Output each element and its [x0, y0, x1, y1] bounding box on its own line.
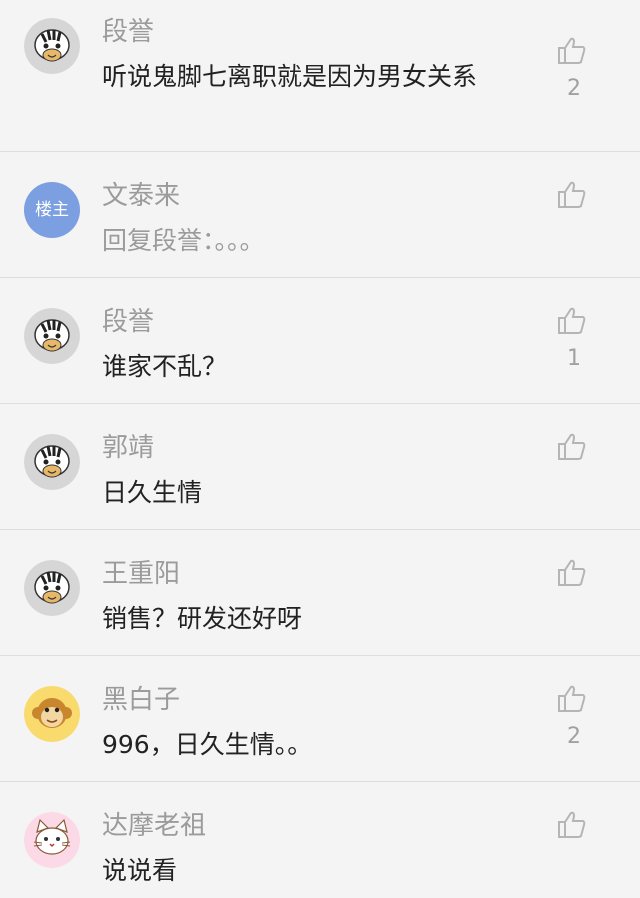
commenter-name[interactable]: 段誉: [102, 16, 154, 48]
commenter-name[interactable]: 黑白子: [102, 684, 180, 716]
comment-item: 郭靖 日久生情: [0, 404, 640, 530]
cat-avatar[interactable]: [24, 812, 80, 868]
zebra-avatar[interactable]: [24, 18, 80, 74]
zebra-avatar[interactable]: [24, 434, 80, 490]
comment-text: 日久生情: [102, 478, 203, 507]
comment-item: 段誉 谁家不乱？ 1: [0, 278, 640, 404]
thumbs-up-icon[interactable]: [556, 36, 588, 66]
monkey-avatar[interactable]: [24, 686, 80, 742]
commenter-name[interactable]: 文泰来: [102, 180, 180, 212]
comment-item: 达摩老祖 说说看: [0, 782, 640, 898]
thumbs-up-icon[interactable]: [556, 180, 588, 210]
like-count: 2: [567, 724, 581, 749]
comment-text: 听说鬼脚七离职就是因为男女关系: [102, 62, 478, 91]
comment-text: 谁家不乱？: [102, 352, 228, 381]
host-badge-label: 楼主: [35, 200, 69, 220]
thumbs-up-icon[interactable]: [556, 810, 588, 840]
commenter-name[interactable]: 达摩老祖: [102, 810, 206, 842]
zebra-avatar[interactable]: [24, 308, 80, 364]
comment-text: 销售？研发还好呀: [102, 604, 303, 633]
commenter-name[interactable]: 郭靖: [102, 432, 154, 464]
like-count: 1: [567, 346, 581, 371]
comment-item: 黑白子 996，日久生情。。 2: [0, 656, 640, 782]
zebra-avatar[interactable]: [24, 560, 80, 616]
like-count: 2: [567, 76, 581, 101]
comment-text: 回复段誉：。。。: [102, 226, 265, 255]
thumbs-up-icon[interactable]: [556, 558, 588, 588]
commenter-name[interactable]: 段誉: [102, 306, 154, 338]
thumbs-up-icon[interactable]: [556, 432, 588, 462]
comment-item: 王重阳 销售？研发还好呀: [0, 530, 640, 656]
thumbs-up-icon[interactable]: [556, 684, 588, 714]
thumbs-up-icon[interactable]: [556, 306, 588, 336]
commenter-name[interactable]: 王重阳: [102, 558, 180, 590]
comment-item: 段誉 听说鬼脚七离职就是因为男女关系 2: [0, 0, 640, 152]
comment-text: 996，日久生情。。: [102, 730, 313, 759]
host-badge-avatar[interactable]: 楼主: [24, 182, 80, 238]
comment-text: 说说看: [102, 856, 178, 885]
comment-item: 楼主 文泰来 回复段誉：。。。: [0, 152, 640, 278]
